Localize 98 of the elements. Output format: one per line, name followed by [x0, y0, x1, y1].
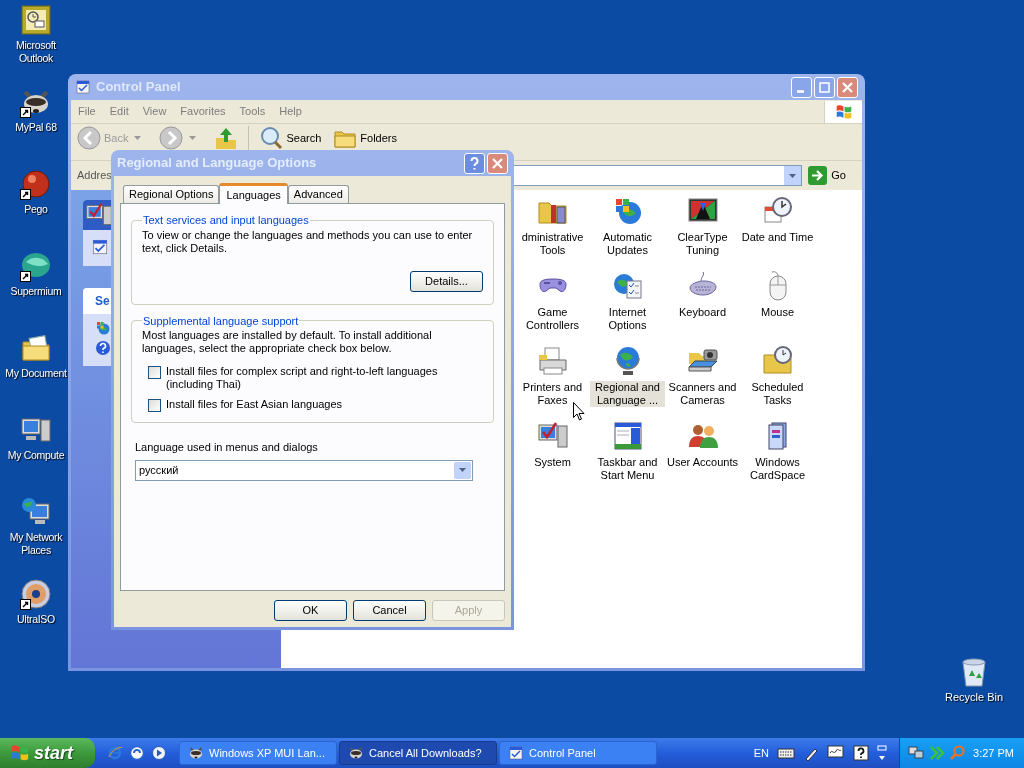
- details-button[interactable]: Details...: [410, 270, 483, 292]
- task-box-title: Se: [95, 293, 110, 310]
- keyboard-icon[interactable]: [777, 746, 795, 760]
- help-button[interactable]: [464, 152, 485, 174]
- group-title: Text services and input languages: [142, 213, 310, 228]
- start-button[interactable]: start: [0, 738, 95, 768]
- clock-envelope-icon: [20, 4, 52, 36]
- browser-icon: [107, 745, 123, 761]
- minimize-icon: [796, 90, 804, 93]
- control-panel-item[interactable]: Mouse: [760, 306, 795, 319]
- control-panel-item[interactable]: Taskbar and Start Menu: [590, 456, 665, 482]
- description: Most languages are installed by default. To install additional languages, select the appropriate check box below.: [142, 329, 433, 355]
- network-icon[interactable]: [908, 745, 924, 761]
- control-panel-icon: [75, 79, 91, 95]
- control-panel-item[interactable]: Internet Options: [590, 306, 665, 332]
- control-panel-item[interactable]: Printers and Faxes: [515, 381, 590, 407]
- dialog-title: Regional and Language Options: [117, 154, 317, 173]
- app-icon: [129, 745, 145, 761]
- caret-icon: [134, 136, 142, 140]
- desktop-icon-label[interactable]: Recycle Bin: [944, 691, 1004, 704]
- help-icon[interactable]: [853, 745, 869, 761]
- shortcut-arrow-icon: [20, 107, 31, 118]
- checkbox-label[interactable]: Install files for East Asian languages: [166, 398, 343, 411]
- caret-icon: [459, 468, 466, 472]
- raccoon-icon: [188, 745, 204, 761]
- shortcut-arrow-icon: [20, 271, 31, 282]
- up-folder-icon[interactable]: [214, 126, 239, 150]
- options-icon[interactable]: [877, 745, 887, 761]
- go-button[interactable]: Go: [808, 166, 856, 185]
- control-panel-item[interactable]: ClearType Tuning: [665, 231, 740, 257]
- desktop-icon-label[interactable]: My Network Places: [0, 531, 72, 557]
- taskbar-button[interactable]: Cancel All Downloads?: [339, 741, 497, 765]
- checkbox[interactable]: [148, 366, 161, 379]
- folder-clock-icon: [761, 345, 794, 377]
- search-icon: [259, 126, 284, 150]
- desktop-icon-label[interactable]: UltraISO: [17, 613, 55, 626]
- control-panel-item[interactable]: Keyboard: [677, 306, 728, 319]
- shortcut-arrow-icon: [20, 189, 31, 200]
- cursor-icon: [573, 402, 585, 421]
- caret-icon: [189, 136, 197, 140]
- language-dropdown[interactable]: русский: [135, 459, 473, 481]
- close-button[interactable]: [487, 152, 508, 174]
- control-panel-item[interactable]: Scanners and Cameras: [665, 381, 740, 407]
- menu-item[interactable]: Tools: [232, 103, 273, 120]
- tab[interactable]: Advanced: [287, 185, 349, 203]
- desktop-icon-label[interactable]: MyPal 68: [15, 121, 57, 134]
- back-icon: [77, 126, 101, 150]
- menu-item[interactable]: Help: [272, 103, 309, 120]
- flag-icon: [834, 102, 853, 121]
- flag-icon: [10, 743, 30, 763]
- dialog-button[interactable]: Cancel: [353, 600, 426, 621]
- maximize-button[interactable]: [814, 76, 835, 98]
- folder-icon: [20, 332, 52, 364]
- field-label: Language used in menus and dialogs: [135, 440, 319, 455]
- desktop-icon-label[interactable]: My Document: [5, 367, 67, 380]
- play-icon: [151, 745, 167, 761]
- update-globe-icon: [95, 320, 111, 336]
- group-title: Supplemental language support: [142, 313, 300, 329]
- language-indicator[interactable]: EN: [753, 744, 769, 762]
- caret-icon: [789, 173, 797, 178]
- desktop-icon-label[interactable]: Supermium: [10, 285, 62, 298]
- taskbar-button[interactable]: Control Panel: [499, 741, 657, 765]
- close-button[interactable]: [837, 76, 858, 98]
- menu-item[interactable]: Favorites: [173, 103, 233, 120]
- description: To view or change the languages and methods you can use to enter text, click Details.: [142, 228, 474, 255]
- control-panel-item[interactable]: dministrative Tools: [515, 231, 590, 257]
- forward-icon[interactable]: [159, 126, 184, 150]
- dialog-button[interactable]: OK: [274, 600, 347, 621]
- desktop-icon-label[interactable]: Microsoft Outlook: [0, 39, 72, 65]
- control-panel-item[interactable]: User Accounts: [666, 456, 739, 469]
- control-panel-icon: [508, 745, 524, 761]
- desktop-icon-label[interactable]: Pego: [24, 203, 48, 216]
- taskbar-button[interactable]: Windows XP MUI Lan...: [179, 741, 337, 765]
- search-button[interactable]: Search: [259, 126, 322, 150]
- printer-icon: [536, 345, 569, 377]
- control-panel-item[interactable]: Date and Time: [740, 231, 815, 244]
- checkbox-label[interactable]: Install files for complex script and right-to-left languages (including Thai): [166, 365, 483, 391]
- control-panel-icon: [91, 238, 109, 256]
- desktop-icon-label[interactable]: My Compute: [7, 449, 65, 462]
- address-label: Addres: [77, 168, 112, 184]
- control-panel-item[interactable]: Scheduled Tasks: [740, 381, 815, 407]
- menu-item[interactable]: View: [135, 103, 174, 120]
- help-icon: [95, 340, 111, 356]
- control-panel-item[interactable]: Windows CardSpace: [740, 456, 815, 482]
- folders-button[interactable]: Folders: [333, 126, 397, 150]
- control-panel-item[interactable]: Game Controllers: [515, 306, 590, 332]
- raccoon-icon: [348, 745, 364, 761]
- checkbox[interactable]: [148, 399, 161, 412]
- window-title: Control Panel: [96, 78, 181, 97]
- control-panel-item[interactable]: System: [533, 456, 572, 469]
- writing-pad-icon[interactable]: [827, 745, 845, 761]
- shortcut-arrow-icon: [20, 599, 31, 610]
- minimize-button[interactable]: [791, 76, 812, 98]
- tab[interactable]: Languages: [219, 183, 288, 204]
- control-panel-item[interactable]: Regional and Language ...: [590, 381, 665, 407]
- control-panel-item[interactable]: Automatic Updates: [590, 231, 665, 257]
- taskbar-window-icon: [611, 420, 644, 452]
- tab[interactable]: Regional Options: [123, 185, 220, 203]
